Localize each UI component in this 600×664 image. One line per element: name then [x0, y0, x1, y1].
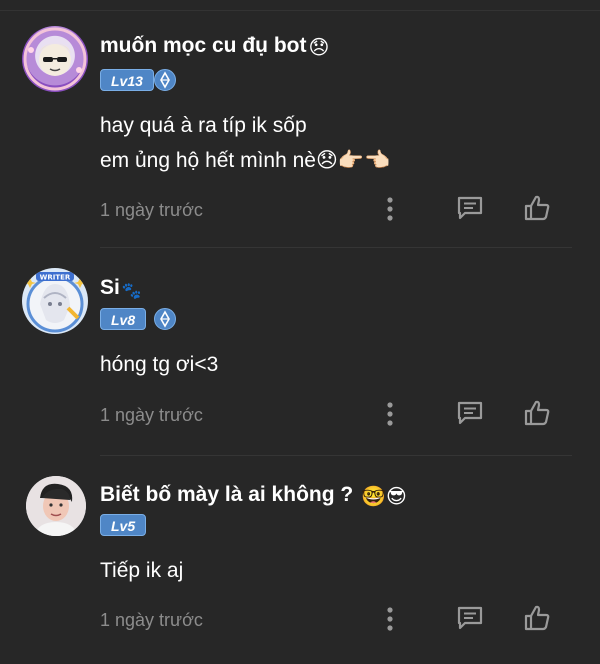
comment-text: Tiếp ik aj [100, 559, 184, 582]
username-text[interactable]: Si [100, 276, 120, 299]
vip-badge-icon [154, 308, 176, 330]
avatar[interactable] [26, 476, 86, 536]
comment-item: muốn mọc cu đụ bot 😞 Lv13 hay quá à ra tí… [0, 0, 600, 248]
username[interactable]: Si 🐾 [100, 276, 142, 302]
thumbs-up-icon[interactable] [522, 603, 552, 633]
comment-item: WRITER Si 🐾 Lv8 hóng tg ơi<3 1 ngày trước [0, 248, 600, 456]
comment-icon[interactable] [455, 398, 485, 428]
writer-badge-text: WRITER [40, 274, 71, 282]
username-text[interactable]: muốn mọc cu đụ bot [100, 34, 306, 57]
comment-time: 1 ngày trước [100, 200, 203, 220]
avatar[interactable]: WRITER [22, 268, 88, 334]
name-emoji: 🤓😎 [361, 486, 407, 508]
username[interactable]: Biết bố mày là ai không ? 🤓😎 [100, 483, 407, 507]
level-badge: Lv13 [100, 69, 154, 91]
more-vertical-icon[interactable] [375, 604, 405, 634]
name-emoji: 🐾 [121, 283, 142, 300]
comment-time: 1 ngày trước [100, 405, 203, 425]
more-vertical-icon[interactable] [375, 399, 405, 429]
comment-icon[interactable] [455, 193, 485, 223]
more-vertical-icon[interactable] [375, 194, 405, 224]
comment-text: hay quá à ra típ ik sốp em ủng hộ hết mì… [100, 114, 391, 172]
level-badge: Lv8 [100, 308, 147, 330]
comment-time: 1 ngày trước [100, 610, 203, 630]
avatar-sunglasses-frame-icon [23, 27, 87, 91]
avatar-writer-frame-icon: WRITER [24, 272, 86, 333]
avatar-photo-icon [26, 476, 86, 536]
username[interactable]: muốn mọc cu đụ bot 😞 [100, 34, 329, 58]
avatar[interactable] [22, 26, 88, 92]
username-text[interactable]: Biết bố mày là ai không ? [100, 483, 353, 506]
thumbs-up-icon[interactable] [522, 193, 552, 223]
comment-text: hóng tg ơi<3 [100, 353, 219, 376]
comment-icon[interactable] [455, 603, 485, 633]
comment-item: Biết bố mày là ai không ? 🤓😎 Lv5 Tiếp ik… [0, 456, 600, 664]
thumbs-up-icon[interactable] [522, 398, 552, 428]
vip-badge-icon [154, 69, 176, 91]
level-badge: Lv5 [100, 514, 147, 536]
name-emoji: 😞 [308, 37, 330, 59]
